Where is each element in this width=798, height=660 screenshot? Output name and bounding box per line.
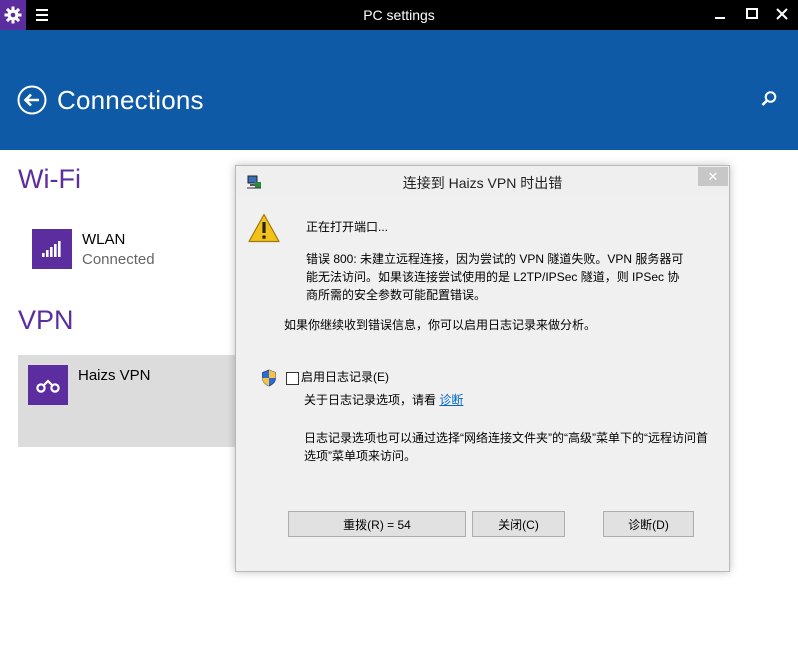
window-titlebar: PC settings [0, 0, 798, 30]
diagnose-button[interactable]: 诊断(D) [603, 511, 694, 537]
logging-checkbox-label[interactable]: 启用日志记录(E) [301, 368, 389, 386]
logging-checkbox[interactable] [286, 372, 299, 385]
dialog-title: 连接到 Haizs VPN 时出错 [402, 175, 563, 191]
vpn-connection-name: Haizs VPN [78, 367, 151, 384]
logging-about-text: 关于日志记录选项，请看 诊断 [304, 391, 463, 409]
warning-icon [248, 213, 280, 243]
uac-shield-icon [261, 369, 277, 387]
maximize-icon[interactable] [744, 6, 760, 22]
wifi-network-name[interactable]: WLAN [82, 231, 125, 248]
wifi-section-title: Wi-Fi [18, 164, 81, 194]
vpn-error-dialog: 连接到 Haizs VPN 时出错 ✕ 正在打开端口... 错误 800: 未建… [235, 165, 730, 572]
dialog-hint-text: 如果你继续收到错误信息，你可以启用日志记录来做分析。 [284, 318, 597, 332]
vpn-connection-item[interactable]: Haizs VPN [18, 355, 248, 447]
diagnose-link[interactable]: 诊断 [439, 393, 463, 407]
dialog-titlebar: 连接到 Haizs VPN 时出错 ✕ [236, 166, 729, 197]
minimize-icon[interactable] [712, 6, 728, 22]
close-icon[interactable] [774, 6, 790, 22]
wifi-signal-icon[interactable] [32, 229, 72, 269]
logging-about-label: 关于日志记录选项，请看 [304, 393, 437, 407]
back-arrow-icon[interactable] [17, 85, 47, 115]
logging-note-text: 日志记录选项也可以通过选择“网络连接文件夹”的“高级”菜单下的“远程访问首选项”… [304, 431, 708, 463]
vpn-section-title: VPN [18, 305, 74, 335]
search-icon[interactable] [760, 90, 778, 108]
wifi-network-status: Connected [82, 251, 155, 268]
dialog-close-button[interactable]: ✕ [698, 167, 728, 186]
vpn-link-icon [28, 365, 68, 405]
page-header: Connections [0, 30, 798, 150]
page-title: Connections [57, 85, 204, 115]
dialog-error-text: 错误 800: 未建立远程连接，因为尝试的 VPN 隧道失败。VPN 服务器可能… [306, 252, 684, 302]
window-title: PC settings [363, 7, 435, 23]
close-button[interactable]: 关闭(C) [472, 511, 565, 537]
redial-button[interactable]: 重拨(R) = 54 [288, 511, 466, 537]
dialog-status-text: 正在打开端口... [306, 220, 389, 234]
